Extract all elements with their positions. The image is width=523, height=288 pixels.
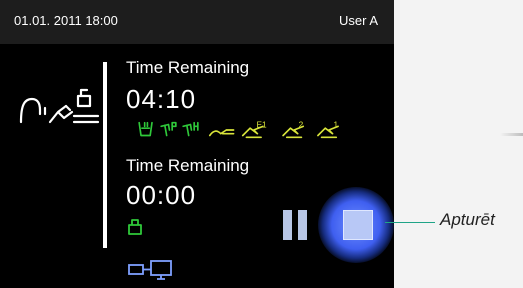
device-screen: 01.01. 2011 18:00 User A Time Remaining … <box>0 0 394 288</box>
motor-1-label: 1 <box>334 120 339 129</box>
edge-mark <box>500 133 523 136</box>
turbine-h-icon <box>182 121 199 137</box>
callout-label: Apturēt <box>440 210 495 229</box>
time-remaining-label-2: Time Remaining <box>126 156 250 175</box>
scaler-icon <box>208 129 235 137</box>
user-name: User A <box>338 13 378 28</box>
callout-line <box>385 222 435 223</box>
instrument-symbol-row: E1 2 1 <box>138 120 339 139</box>
handpiece-icon <box>19 88 100 124</box>
cup-icon <box>138 121 153 137</box>
vertical-divider <box>103 62 107 248</box>
pause-button[interactable] <box>283 210 309 240</box>
stop-button[interactable] <box>343 210 373 240</box>
turbine-p-icon <box>160 121 177 137</box>
time-value-1: 04:10 <box>126 84 197 114</box>
motor-e1-label: E1 <box>257 120 268 129</box>
datetime: 01.01. 2011 18:00 <box>14 13 118 28</box>
motor-2-label: 2 <box>299 120 304 129</box>
status-bar: 01.01. 2011 18:00 User A <box>0 0 394 44</box>
pause-icon-bar-left <box>283 210 292 240</box>
time-value-2: 00:00 <box>126 180 197 210</box>
pause-icon-bar-right <box>298 210 307 240</box>
time-remaining-label-1: Time Remaining <box>126 58 250 77</box>
cup-small-icon <box>128 219 142 235</box>
connection-icon[interactable] <box>127 259 183 281</box>
